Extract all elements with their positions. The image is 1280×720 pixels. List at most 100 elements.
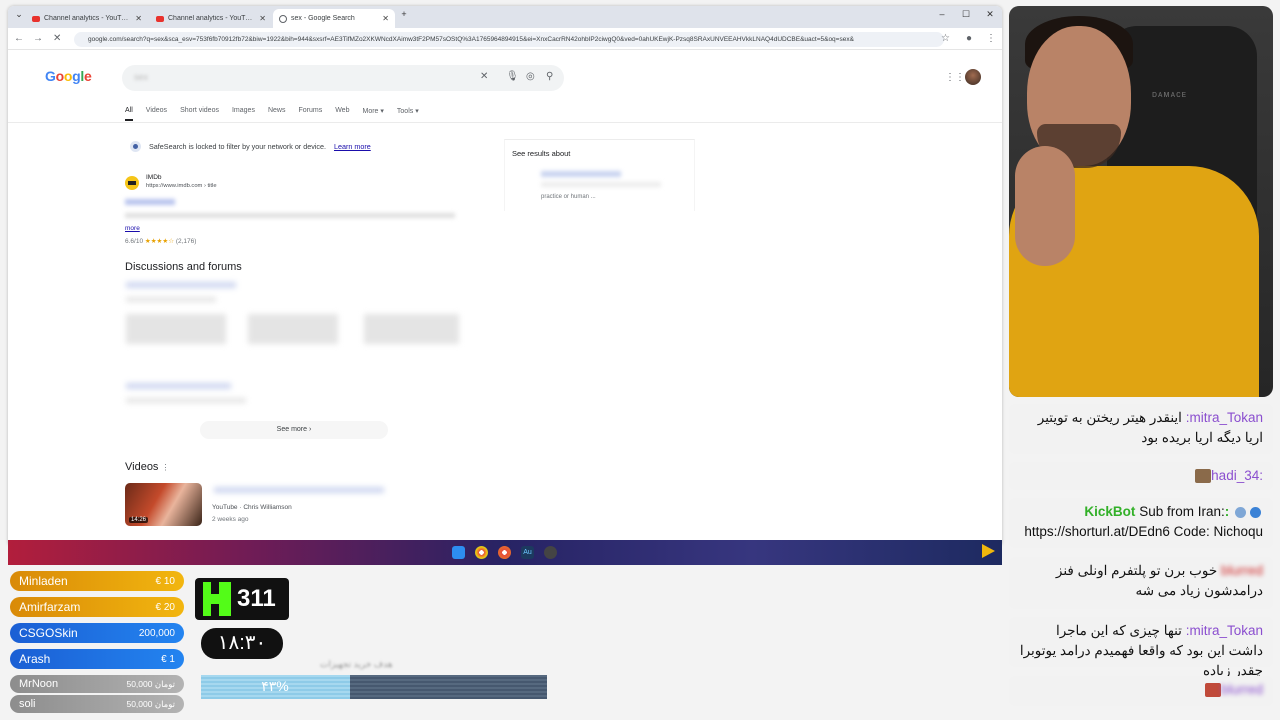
donation-amount: 50,000 تومان [126,698,175,709]
blurred-forum-card[interactable] [126,314,226,344]
safesearch-notice: SafeSearch is locked to filter by your n… [130,141,371,152]
tab-title: Channel analytics - YouTube Studio [44,15,132,22]
blurred-forum-post[interactable] [126,383,231,389]
google-apps-icon[interactable]: ⋮⋮ [945,72,965,83]
youtube-studio-icon [32,15,40,22]
videos-heading-text: Videos [125,461,159,473]
streamer-hand [1015,146,1075,266]
goal-title: هدف خرید تجهیزات [320,659,393,669]
new-tab-icon[interactable]: + [395,9,413,19]
imdb-rating: 6.6/10 ★★★★☆ (2,176) [125,237,196,245]
donation-amount: € 1 [161,653,175,665]
tab-title: sex - Google Search [291,15,355,22]
blurred-entity-title[interactable] [541,171,621,177]
filter-tools[interactable]: Tools ▾ [397,107,419,121]
maximize-icon[interactable]: ☐ [957,9,975,20]
safesearch-text: SafeSearch is locked to filter by your n… [149,142,326,151]
chat-message: blurred [1009,676,1273,706]
video-thumbnail[interactable]: 14:26 [125,483,202,526]
chat-message: mitra_Tokan: اینقدر هیتر ریختن به تویتیر… [1009,404,1273,454]
google-logo[interactable]: Google [45,68,92,84]
bookmark-star-icon[interactable]: ☆ [941,33,950,44]
taskbar: Au [8,540,1002,565]
donor-name: Minladen [19,574,68,588]
imdb-site-url[interactable]: https://www.imdb.com › title [146,183,217,189]
imdb-site-name[interactable]: IMDb [146,174,162,181]
tab-strip: ⌄ Channel analytics - YouTube Studio ✕ C… [8,6,1002,28]
chat-username[interactable]: :hadi_34 [1211,468,1263,483]
search-box[interactable]: sex ✕ 🎙 ◎ ⚲ [122,65,564,91]
close-tab-icon[interactable]: ✕ [259,14,266,23]
tab-channel-analytics-2[interactable]: Channel analytics - YouTube Studio ✕ [150,9,272,28]
stream-clock: ۱۸:۳۰ [201,628,283,659]
profile-icon[interactable]: ● [966,33,972,44]
alert-arrow-icon [982,544,995,558]
audition-icon[interactable]: Au [521,546,534,559]
account-avatar[interactable] [965,69,981,85]
tab-google-search[interactable]: sex - Google Search ✕ [273,9,395,28]
clear-search-icon[interactable]: ✕ [480,71,488,82]
search-icon[interactable]: ⚲ [546,71,553,82]
back-arrow-icon[interactable]: ← [14,33,24,44]
close-window-icon[interactable]: ✕ [981,9,999,20]
url-field[interactable]: google.com/search?q=sex&sca_esv=753f6fb7… [74,32,944,47]
blurred-forum-card[interactable] [364,314,459,344]
forward-arrow-icon[interactable]: → [33,33,43,44]
chrome-icon[interactable] [475,546,488,559]
filter-more[interactable]: More ▾ [362,107,383,121]
filter-forums[interactable]: Forums [298,107,322,121]
learn-more-link[interactable]: Learn more [334,142,371,151]
see-more-button[interactable]: See more › [200,421,388,439]
chat-username-blurred[interactable]: blurred [1221,563,1263,578]
webcam-feed: ᴅᴀᴍᴀᴄᴇ [1009,6,1273,397]
close-tab-icon[interactable]: ✕ [382,14,389,23]
filter-all[interactable]: All [125,107,133,121]
see-results-about-panel: See results about practice or human ... [504,139,695,211]
tab-channel-analytics-1[interactable]: Channel analytics - YouTube Studio ✕ [26,9,148,28]
app-icon[interactable] [544,546,557,559]
filter-short-videos[interactable]: Short videos [180,107,219,121]
rating-value: 6.6/10 [125,238,144,245]
reload-icon[interactable]: ✕ [53,33,61,44]
read-more-link[interactable]: more [125,225,140,232]
imdb-favicon-icon [125,176,139,190]
blurred-forum-meta [126,398,246,403]
goal-progress-bar: ۴۳% [201,675,547,699]
address-bar-row: ← → ✕ google.com/search?q=sex&sca_esv=75… [8,28,1002,50]
video-duration: 14:26 [129,517,149,523]
donation-amount: 50,000 تومان [126,678,175,689]
donation-row: Arash € 1 [10,649,184,669]
blurred-result-title[interactable] [125,199,175,205]
chat-username[interactable]: mitra_Tokan: [1186,410,1263,425]
close-tab-icon[interactable]: ✕ [135,14,142,23]
videos-menu-icon[interactable]: ⋮ [162,463,170,472]
filter-divider [8,122,1002,123]
blurred-forum-post[interactable] [126,282,236,288]
rating-stars: ★★★★☆ [144,238,175,245]
chat-username[interactable]: mitra_Tokan: [1186,623,1263,638]
blurred-forum-meta [126,297,216,302]
chat-username-blurred[interactable]: blurred [1221,682,1263,697]
blurred-forum-card[interactable] [248,314,338,344]
filter-web[interactable]: Web [335,107,349,121]
kick-count: 311 [237,585,276,612]
chrome-alt-icon[interactable] [498,546,511,559]
menu-dots-icon[interactable]: ⋮ [986,33,996,44]
video-meta: YouTube · Chris Williamson [212,504,292,511]
chat-emote-icon [1204,683,1221,698]
rating-count: (2,176) [175,238,197,245]
filter-news[interactable]: News [268,107,286,121]
minimize-icon[interactable]: – [933,9,951,19]
kick-follower-counter: 311 [195,578,289,620]
mic-icon[interactable]: 🎙 [506,71,519,82]
search-query[interactable]: sex [134,72,148,82]
lens-icon[interactable]: ◎ [526,71,535,82]
donation-amount: 200,000 [138,627,175,639]
blurred-video-title[interactable] [214,487,384,493]
donation-amount: € 10 [155,575,175,587]
windows-start-icon[interactable] [452,546,465,559]
donation-row: Minladen € 10 [10,571,184,591]
filter-videos[interactable]: Videos [146,107,167,121]
filter-images[interactable]: Images [232,107,255,121]
discussions-heading: Discussions and forums [125,261,242,273]
